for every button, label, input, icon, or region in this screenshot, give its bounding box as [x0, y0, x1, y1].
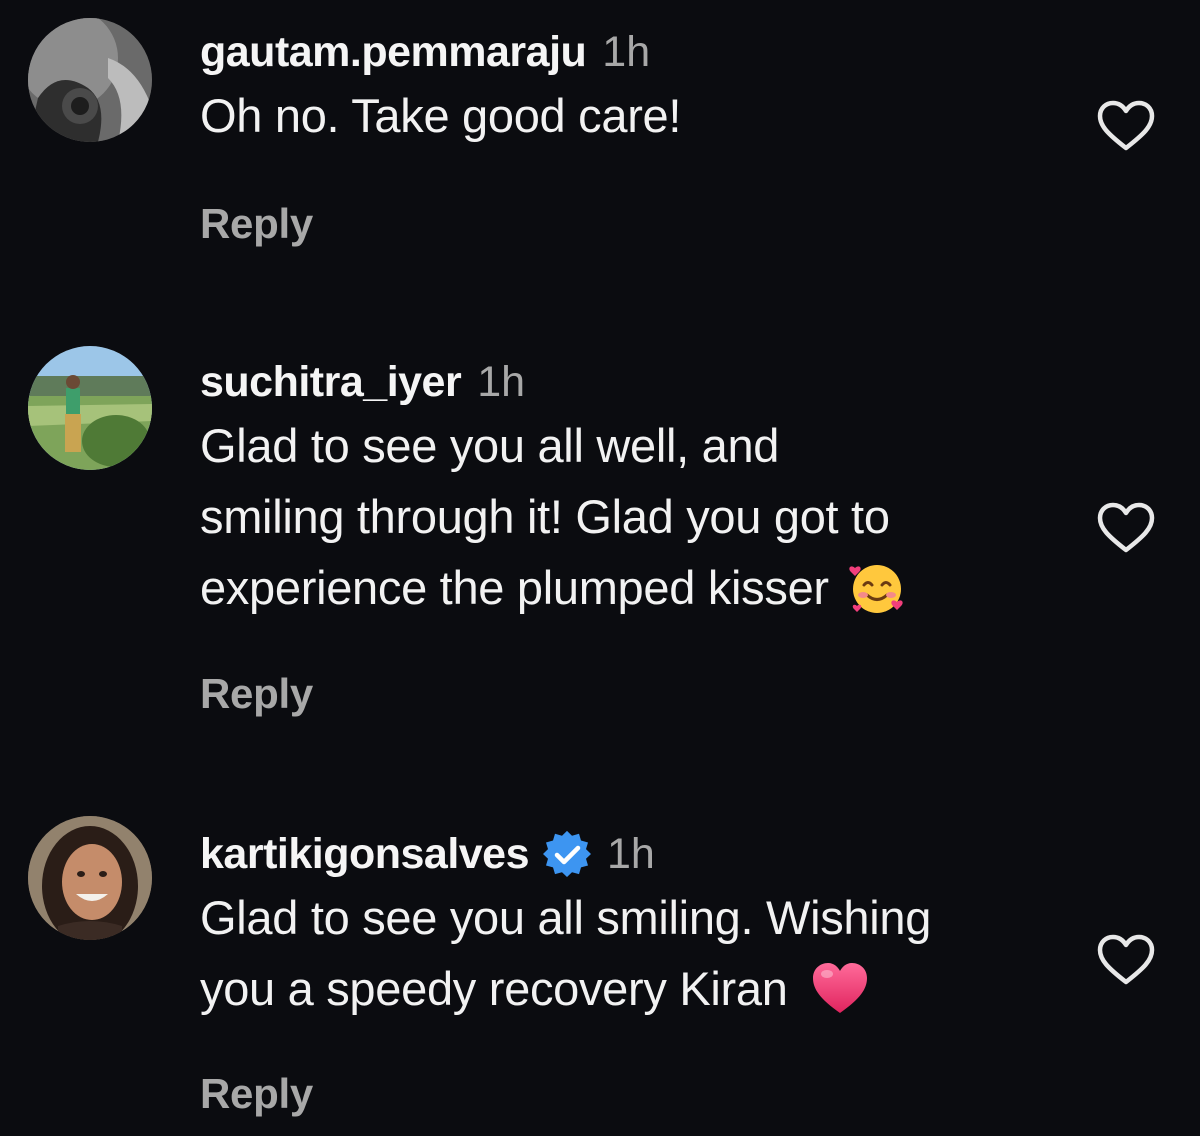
username[interactable]: suchitra_iyer — [200, 358, 462, 407]
heart-outline-icon[interactable] — [1094, 98, 1158, 154]
reply-button[interactable]: Reply — [200, 670, 313, 718]
comment-line: smiling through it! Glad you got to — [200, 490, 890, 543]
comment-line-with-emoji: experience the plumped kisser — [200, 552, 1080, 623]
comment-line: Glad to see you all smiling. Wishing — [200, 891, 932, 944]
comment-line: you a speedy recovery Kiran — [200, 962, 788, 1015]
comment-text: Glad to see you all well, and smiling th… — [200, 410, 1080, 623]
comment-text: Oh no. Take good care! — [200, 80, 1080, 151]
comment-line: Glad to see you all well, and — [200, 419, 780, 472]
comment-line-with-emoji: you a speedy recovery Kiran — [200, 953, 1080, 1024]
comment-line: Oh no. Take good care! — [200, 89, 682, 142]
heart-outline-icon[interactable] — [1094, 500, 1158, 556]
timestamp: 1h — [607, 829, 655, 878]
timestamp: 1h — [602, 27, 651, 76]
smiling-face-with-hearts-icon — [847, 558, 907, 618]
reply-button[interactable]: Reply — [200, 200, 313, 248]
avatar[interactable] — [28, 816, 152, 940]
avatar[interactable] — [28, 18, 152, 142]
red-heart-icon — [810, 959, 870, 1019]
verified-badge-icon — [543, 830, 592, 878]
avatar[interactable] — [28, 346, 152, 470]
heart-outline-icon[interactable] — [1094, 932, 1158, 988]
username[interactable]: kartikigonsalves — [200, 830, 530, 879]
comment-text: Glad to see you all smiling. Wishing you… — [200, 882, 1080, 1024]
reply-button[interactable]: Reply — [200, 1070, 313, 1118]
comment-line: experience the plumped kisser — [200, 561, 829, 614]
username[interactable]: gautam.pemmaraju — [200, 28, 587, 77]
timestamp: 1h — [477, 357, 526, 406]
